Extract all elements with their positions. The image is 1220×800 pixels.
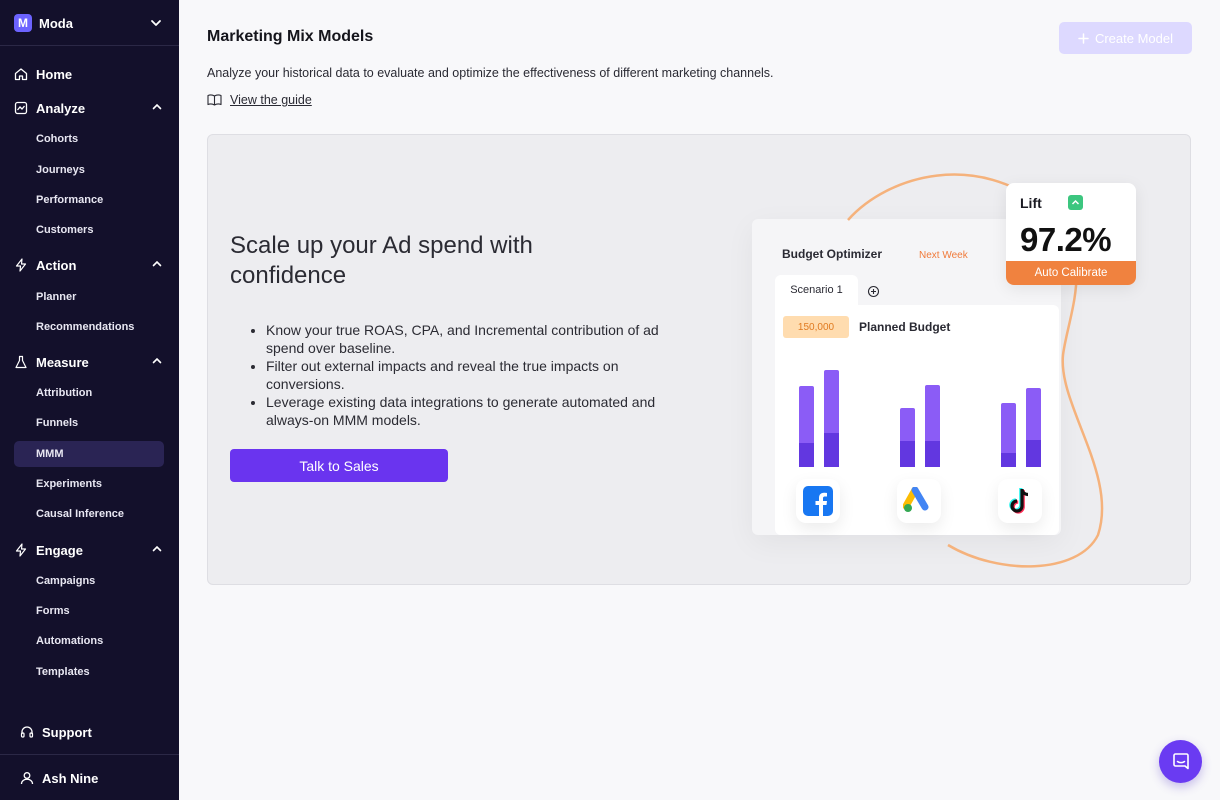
promo-bullets: Know your true ROAS, CPA, and Incrementa… (248, 321, 678, 429)
book-icon (207, 93, 222, 107)
lift-card: Lift 97.2% Auto Calibrate (1006, 183, 1136, 285)
workspace-switcher[interactable]: M Moda (14, 12, 164, 34)
sidebar-section-label: Measure (36, 354, 89, 370)
bar (824, 370, 839, 467)
lift-value: 97.2% (1020, 221, 1112, 258)
chevron-up-icon (152, 260, 162, 267)
sidebar-item-automations[interactable]: Automations (14, 628, 164, 654)
budget-optimizer-title: Budget Optimizer (782, 247, 883, 261)
sidebar-section-engage[interactable]: Engage (14, 538, 164, 562)
user-menu[interactable]: Ash Nine (20, 767, 98, 789)
sidebar-item-campaigns[interactable]: Campaigns (14, 568, 164, 594)
page-title: Marketing Mix Models (207, 28, 374, 45)
divider (0, 45, 179, 46)
user-icon (20, 771, 34, 785)
sidebar-section-label: Analyze (36, 100, 86, 116)
sidebar-item-customers[interactable]: Customers (14, 217, 164, 243)
view-guide-link[interactable]: View the guide (207, 93, 312, 107)
home-icon (14, 67, 28, 81)
promo-bullet: Leverage existing data integrations to g… (266, 393, 678, 429)
bar (925, 385, 940, 467)
add-circle-icon (867, 285, 880, 298)
page-subtitle: Analyze your historical data to evaluate… (207, 66, 774, 80)
bar (1001, 403, 1016, 467)
google-ads-icon (897, 479, 941, 523)
chart-icon (14, 101, 28, 115)
sidebar-item-mmm[interactable]: MMM (14, 441, 164, 467)
chevron-up-icon (152, 103, 162, 110)
sidebar-item-attribution[interactable]: Attribution (14, 380, 164, 406)
chat-launcher-button[interactable] (1159, 740, 1202, 783)
sidebar-item-journeys[interactable]: Journeys (14, 157, 164, 183)
sidebar-item-cohorts[interactable]: Cohorts (14, 126, 164, 152)
tiktok-icon (998, 479, 1042, 523)
sidebar-item-performance[interactable]: Performance (14, 187, 164, 213)
promo-bullet: Know your true ROAS, CPA, and Incrementa… (266, 321, 678, 357)
sidebar-section-label: Engage (36, 542, 83, 558)
lightning-icon (14, 258, 28, 272)
promo-card: Scale up your Ad spend with confidence K… (207, 134, 1191, 585)
sidebar-item-templates[interactable]: Templates (14, 659, 164, 685)
workspace-logo: M (14, 14, 32, 32)
arrow-up-icon (1068, 195, 1083, 210)
auto-calibrate-label: Auto Calibrate (1006, 261, 1136, 285)
facebook-icon (796, 479, 840, 523)
sidebar-item-planner[interactable]: Planner (14, 284, 164, 310)
sidebar-item-home[interactable]: Home (14, 62, 164, 86)
next-week-label: Next Week (919, 250, 968, 261)
chevron-down-icon (151, 20, 161, 26)
promo-headline: Scale up your Ad spend with confidence (230, 232, 533, 289)
bar (900, 408, 915, 467)
planned-budget-label: Planned Budget (859, 320, 951, 334)
sidebar-section-analyze[interactable]: Analyze (14, 96, 164, 120)
headset-icon (20, 725, 34, 739)
bar (1026, 388, 1041, 467)
promo-bullet: Filter out external impacts and reveal t… (266, 357, 678, 393)
sidebar-item-funnels[interactable]: Funnels (14, 410, 164, 436)
bar (799, 386, 814, 467)
support-link[interactable]: Support (20, 721, 92, 743)
lift-label: Lift (1020, 195, 1042, 211)
sidebar-section-action[interactable]: Action (14, 253, 164, 277)
budget-value: 150,000 (783, 316, 849, 338)
chevron-up-icon (152, 545, 162, 552)
flask-icon (14, 355, 28, 369)
sidebar-section-measure[interactable]: Measure (14, 350, 164, 374)
sidebar-item-experiments[interactable]: Experiments (14, 471, 164, 497)
chat-icon (1172, 752, 1189, 769)
create-model-button[interactable]: Create Model (1059, 22, 1192, 54)
sidebar: M Moda Home Analyze Cohorts Journeys Per… (0, 0, 179, 800)
tab-scenario-1: Scenario 1 (775, 275, 858, 305)
sidebar-section-label: Action (36, 257, 77, 273)
plus-icon (1078, 32, 1089, 44)
sidebar-item-recommendations[interactable]: Recommendations (14, 314, 164, 340)
divider (0, 754, 179, 755)
workspace-name: Moda (39, 15, 73, 31)
budget-optimizer-illustration: Budget Optimizer Next Week Scenario 1 15… (748, 155, 1168, 575)
lightning-icon (14, 543, 28, 557)
chevron-up-icon (152, 357, 162, 364)
support-label: Support (42, 724, 92, 740)
sidebar-item-label: Home (36, 66, 73, 82)
sidebar-item-forms[interactable]: Forms (14, 598, 164, 624)
view-guide-label: View the guide (230, 93, 312, 107)
sidebar-item-causal-inference[interactable]: Causal Inference (14, 501, 164, 527)
user-name: Ash Nine (42, 770, 99, 786)
create-model-label: Create Model (1094, 30, 1174, 46)
talk-to-sales-button[interactable]: Talk to Sales (230, 449, 448, 482)
